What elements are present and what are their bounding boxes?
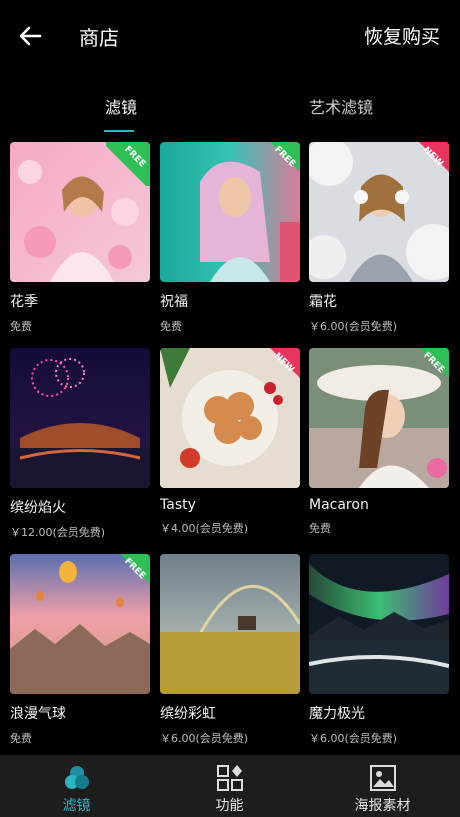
filter-price: 免费 bbox=[10, 320, 32, 333]
bottom-navigation: 滤镜 功能 海报素材 bbox=[0, 755, 460, 817]
filter-thumbnail[interactable] bbox=[160, 554, 300, 694]
top-bar: 商店 恢复购买 bbox=[0, 0, 460, 72]
filter-price: ￥12.00(会员免费) bbox=[10, 526, 106, 539]
filter-name: 霜花 bbox=[309, 294, 337, 310]
filter-thumbnail[interactable]: FREE bbox=[160, 142, 300, 282]
tab-bar: 滤镜 艺术滤镜 bbox=[0, 88, 460, 132]
filter-circles-icon bbox=[64, 766, 89, 789]
nav-poster-materials[interactable]: 海报素材 bbox=[306, 755, 459, 817]
active-tab-indicator bbox=[104, 130, 134, 132]
filter-thumbnail[interactable]: NEW bbox=[309, 142, 449, 282]
filter-thumbnail[interactable] bbox=[10, 348, 150, 488]
filter-name: 祝福 bbox=[160, 294, 188, 310]
filter-card[interactable]: NEW Tasty ￥4.00(会员免费) bbox=[160, 348, 300, 536]
filter-price: ￥6.00(会员免费) bbox=[160, 732, 249, 745]
filter-name: Tasty bbox=[160, 497, 196, 513]
filter-name: 浪漫气球 bbox=[10, 706, 66, 722]
filter-thumbnail[interactable]: FREE bbox=[10, 142, 150, 282]
nav-filters[interactable]: 滤镜 bbox=[0, 755, 153, 817]
nav-functions[interactable]: 功能 bbox=[153, 755, 306, 817]
filter-card[interactable]: 缤纷彩虹 ￥6.00(会员免费) bbox=[160, 554, 300, 746]
filter-name: 魔力极光 bbox=[309, 706, 365, 722]
filter-thumbnail[interactable]: FREE bbox=[309, 348, 449, 488]
nav-label: 滤镜 bbox=[62, 798, 91, 814]
filter-thumbnail[interactable] bbox=[309, 554, 449, 694]
filter-name: 缤纷彩虹 bbox=[160, 706, 216, 722]
filter-thumbnail[interactable]: FREE bbox=[10, 554, 150, 694]
nav-label: 功能 bbox=[215, 798, 244, 814]
image-frame-icon bbox=[369, 765, 396, 791]
tab-art-filters[interactable]: 艺术滤镜 bbox=[309, 94, 373, 118]
filter-price: ￥6.00(会员免费) bbox=[309, 732, 398, 745]
filter-price: 免费 bbox=[309, 522, 331, 535]
page-title: 商店 bbox=[79, 26, 119, 50]
filter-card[interactable]: 缤纷焰火 ￥12.00(会员免费) bbox=[10, 348, 150, 540]
filter-price: ￥6.00(会员免费) bbox=[309, 320, 398, 333]
filter-card[interactable]: 魔力极光 ￥6.00(会员免费) bbox=[309, 554, 449, 746]
filter-thumbnail[interactable]: NEW bbox=[160, 348, 300, 488]
grid-functions-icon bbox=[216, 765, 243, 791]
tab-filters[interactable]: 滤镜 bbox=[105, 94, 137, 118]
restore-purchases-button[interactable]: 恢复购买 bbox=[364, 22, 440, 49]
filter-card[interactable]: FREE 浪漫气球 免费 bbox=[10, 554, 150, 746]
nav-label: 海报素材 bbox=[354, 798, 411, 814]
filter-price: ￥4.00(会员免费) bbox=[160, 522, 249, 535]
filter-name: Macaron bbox=[309, 497, 369, 513]
back-arrow-icon[interactable] bbox=[14, 20, 46, 52]
filter-price: 免费 bbox=[160, 320, 182, 333]
filter-name: 缤纷焰火 bbox=[10, 500, 66, 516]
filter-card[interactable]: FREE 花季 免费 bbox=[10, 142, 150, 334]
filter-price: 免费 bbox=[10, 732, 32, 745]
filter-card[interactable]: FREE 祝福 免费 bbox=[160, 142, 300, 334]
filter-name: 花季 bbox=[10, 294, 38, 310]
filter-card[interactable]: NEW 霜花 ￥6.00(会员免费) bbox=[309, 142, 449, 334]
filter-card[interactable]: FREE Macaron 免费 bbox=[309, 348, 449, 536]
